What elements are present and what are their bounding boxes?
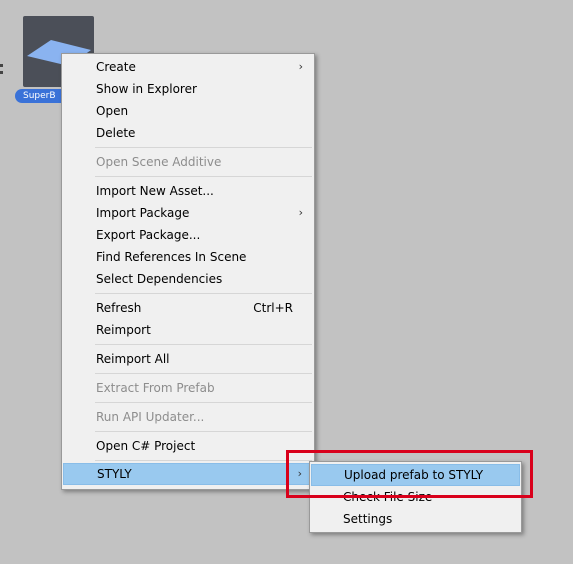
menu-item-find-references[interactable]: Find References In Scene bbox=[63, 246, 313, 268]
menu-item-styly[interactable]: STYLY › bbox=[63, 463, 313, 485]
shortcut-label: Ctrl+R bbox=[253, 301, 293, 315]
menu-separator bbox=[95, 373, 312, 374]
submenu-item-settings[interactable]: Settings bbox=[311, 508, 520, 530]
menu-item-label: Open bbox=[96, 104, 129, 118]
menu-item-export-package[interactable]: Export Package... bbox=[63, 224, 313, 246]
menu-item-label: STYLY bbox=[97, 467, 132, 481]
menu-item-label: Extract From Prefab bbox=[96, 381, 215, 395]
menu-item-delete[interactable]: Delete bbox=[63, 122, 313, 144]
menu-item-label: Show in Explorer bbox=[96, 82, 197, 96]
menu-item-open-csharp-project[interactable]: Open C# Project bbox=[63, 435, 313, 457]
menu-item-label: Import New Asset... bbox=[96, 184, 214, 198]
menu-item-label: Import Package bbox=[96, 206, 190, 220]
menu-item-label: Select Dependencies bbox=[96, 272, 223, 286]
menu-item-open-scene-additive: Open Scene Additive bbox=[63, 151, 313, 173]
menu-item-reimport[interactable]: Reimport bbox=[63, 319, 313, 341]
menu-item-extract-from-prefab: Extract From Prefab bbox=[63, 377, 313, 399]
menu-separator bbox=[95, 344, 312, 345]
menu-item-reimport-all[interactable]: Reimport All bbox=[63, 348, 313, 370]
menu-item-label: Reimport bbox=[96, 323, 151, 337]
menu-item-label: Export Package... bbox=[96, 228, 201, 242]
menu-item-select-dependencies[interactable]: Select Dependencies bbox=[63, 268, 313, 290]
menu-item-refresh[interactable]: Refresh Ctrl+R bbox=[63, 297, 313, 319]
menu-item-label: Refresh bbox=[96, 301, 142, 315]
menu-separator bbox=[95, 176, 312, 177]
menu-item-label: Settings bbox=[343, 512, 393, 526]
menu-separator bbox=[95, 293, 312, 294]
menu-item-import-package[interactable]: Import Package › bbox=[63, 202, 313, 224]
menu-item-label: Open Scene Additive bbox=[96, 155, 222, 169]
chevron-right-icon: › bbox=[298, 60, 303, 73]
context-menu: Create › Show in Explorer Open Delete Op… bbox=[61, 53, 315, 490]
menu-item-label: Create bbox=[96, 60, 136, 74]
menu-item-create[interactable]: Create › bbox=[63, 56, 313, 78]
menu-separator bbox=[95, 460, 312, 461]
menu-item-run-api-updater: Run API Updater... bbox=[63, 406, 313, 428]
menu-item-show-in-explorer[interactable]: Show in Explorer bbox=[63, 78, 313, 100]
menu-item-label: Reimport All bbox=[96, 352, 170, 366]
menu-item-label: Open C# Project bbox=[96, 439, 196, 453]
menu-item-label: Find References In Scene bbox=[96, 250, 247, 264]
menu-item-label: Delete bbox=[96, 126, 136, 140]
menu-item-import-new-asset[interactable]: Import New Asset... bbox=[63, 180, 313, 202]
menu-separator bbox=[95, 431, 312, 432]
menu-item-label: Run API Updater... bbox=[96, 410, 205, 424]
panel-edge-marks bbox=[0, 60, 4, 84]
chevron-right-icon: › bbox=[298, 206, 303, 219]
menu-separator bbox=[95, 147, 312, 148]
menu-item-open[interactable]: Open bbox=[63, 100, 313, 122]
menu-separator bbox=[95, 402, 312, 403]
annotation-highlight-box bbox=[286, 450, 533, 498]
